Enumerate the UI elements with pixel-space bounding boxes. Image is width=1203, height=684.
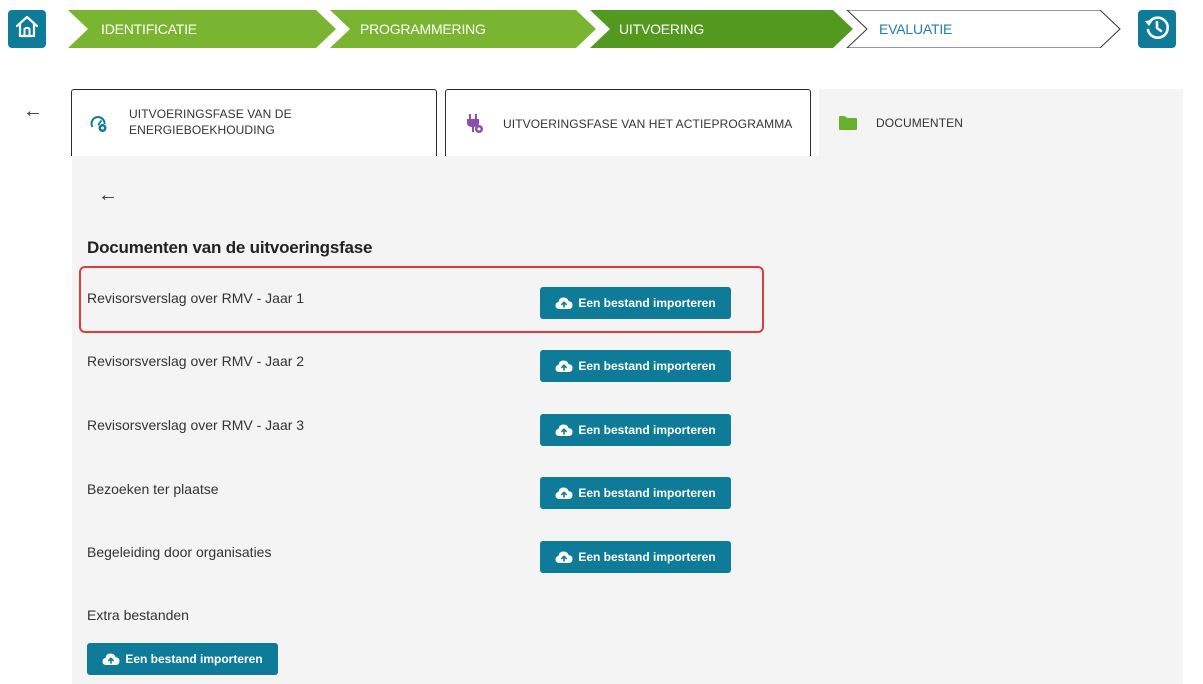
back-arrow-icon[interactable]: ← — [23, 101, 43, 121]
cloud-upload-icon — [555, 550, 573, 564]
import-file-button[interactable]: Een bestand importeren — [540, 541, 731, 573]
step-uitvoering[interactable]: UITVOERING — [619, 10, 704, 48]
document-label: Revisorsverslag over RMV - Jaar 2 — [87, 353, 305, 369]
section-title: Documenten van de uitvoeringsfase — [87, 238, 373, 257]
import-button-label: Een bestand importeren — [578, 550, 716, 564]
panel-back-arrow-icon[interactable]: ← — [98, 185, 118, 205]
document-label: Bezoeken ter plaatse — [87, 481, 219, 497]
tab-label: UITVOERINGSFASE VAN DE ENERGIEBOEKHOUDIN… — [129, 107, 292, 137]
gauge-gear-icon — [90, 115, 108, 138]
step-evaluatie[interactable]: EVALUATIE — [879, 10, 952, 48]
home-button[interactable] — [8, 10, 46, 48]
step-programmering[interactable]: PROGRAMMERING — [360, 10, 486, 48]
import-file-button[interactable]: Een bestand importeren — [540, 477, 731, 509]
step-identificatie[interactable]: IDENTIFICATIE — [101, 10, 197, 48]
cloud-upload-icon — [555, 359, 573, 373]
import-button-label: Een bestand importeren — [578, 296, 716, 310]
import-button-label: Een bestand importeren — [578, 486, 716, 500]
tab-energieboekhouding[interactable]: UITVOERINGSFASE VAN DE ENERGIEBOEKHOUDIN… — [71, 89, 437, 156]
tab-documenten[interactable]: DOCUMENTEN — [819, 89, 1183, 156]
document-label: Revisorsverslag over RMV - Jaar 3 — [87, 417, 305, 433]
extra-files-label: Extra bestanden — [87, 607, 189, 623]
folder-icon — [839, 116, 857, 135]
cloud-upload-icon — [555, 296, 573, 310]
home-icon — [14, 14, 40, 45]
import-button-label: Een bestand importeren — [578, 423, 716, 437]
history-button[interactable] — [1138, 10, 1176, 48]
document-label: Begeleiding door organisaties — [87, 544, 272, 560]
progress-steps: IDENTIFICATIE PROGRAMMERING UITVOERING E… — [64, 10, 1124, 48]
cloud-upload-icon — [555, 486, 573, 500]
history-icon — [1143, 13, 1171, 46]
cloud-upload-icon — [555, 423, 573, 437]
import-file-button[interactable]: Een bestand importeren — [540, 350, 731, 382]
import-file-button[interactable]: Een bestand importeren — [540, 287, 731, 319]
import-extra-file-button[interactable]: Een bestand importeren — [87, 643, 278, 675]
tab-label: UITVOERINGSFASE VAN HET ACTIEPROGRAMMA — [503, 117, 793, 131]
cloud-upload-icon — [102, 652, 120, 666]
import-file-button[interactable]: Een bestand importeren — [540, 414, 731, 446]
plug-gear-icon — [466, 114, 484, 139]
import-button-label: Een bestand importeren — [125, 652, 263, 666]
tab-label: DOCUMENTEN — [876, 116, 963, 130]
import-button-label: Een bestand importeren — [578, 359, 716, 373]
tab-actieprogramma[interactable]: UITVOERINGSFASE VAN HET ACTIEPROGRAMMA — [445, 89, 811, 156]
document-label: Revisorsverslag over RMV - Jaar 1 — [87, 290, 305, 306]
